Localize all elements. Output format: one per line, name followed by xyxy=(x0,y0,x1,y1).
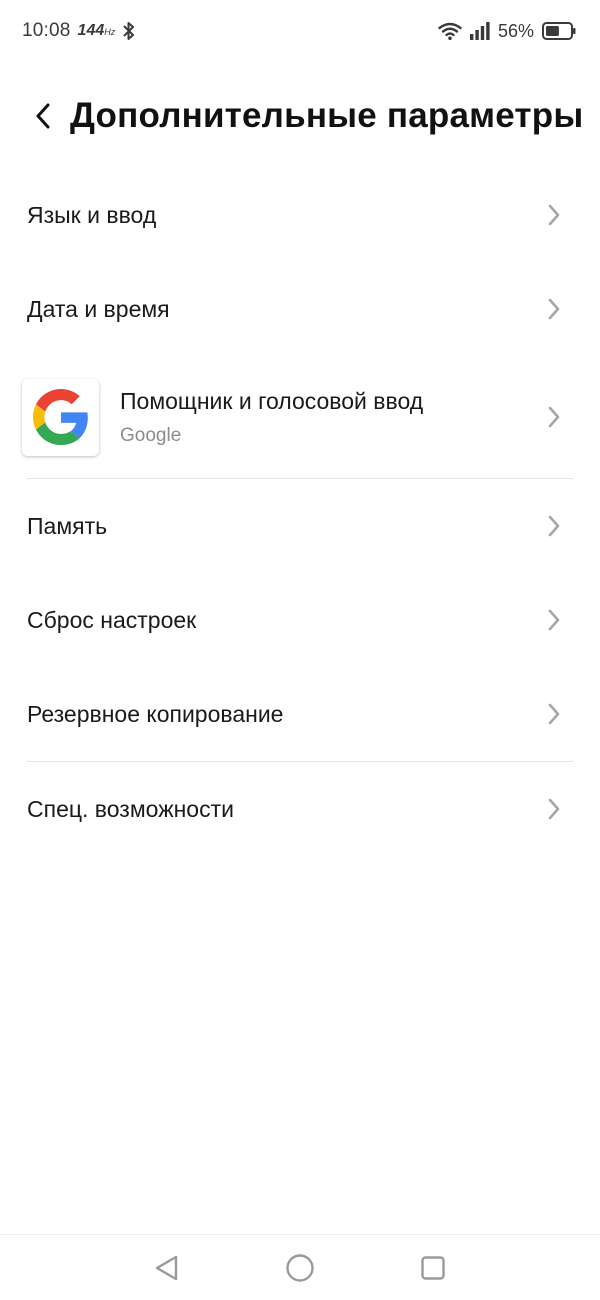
settings-item-backup[interactable]: Резервное копирование xyxy=(0,667,600,761)
chevron-right-icon xyxy=(544,700,564,728)
recents-square-icon xyxy=(420,1255,446,1281)
settings-item-label: Помощник и голосовой ввод xyxy=(120,387,424,414)
settings-item-label: Память xyxy=(27,512,108,539)
back-button[interactable] xyxy=(20,90,66,142)
battery-percent: 56% xyxy=(497,20,534,41)
settings-item-label: Резервное копирование xyxy=(27,700,284,727)
bluetooth-icon xyxy=(122,21,136,41)
refresh-rate-unit: Hz xyxy=(104,27,116,37)
nav-back-button[interactable] xyxy=(137,1238,197,1298)
status-time: 10:08 xyxy=(22,20,71,41)
status-bar: 10:08 144Hz 56% xyxy=(0,0,600,62)
chevron-right-icon xyxy=(544,795,564,823)
refresh-rate-value: 144 xyxy=(77,22,105,39)
wifi-icon xyxy=(438,22,462,40)
settings-item-date-time[interactable]: Дата и время xyxy=(0,262,600,356)
settings-item-accessibility[interactable]: Спец. возможности xyxy=(0,762,600,856)
home-circle-icon xyxy=(285,1253,315,1283)
settings-item-label: Дата и время xyxy=(27,295,170,322)
settings-item-storage[interactable]: Память xyxy=(0,479,600,573)
settings-item-label: Язык и ввод xyxy=(27,201,157,228)
back-triangle-icon xyxy=(153,1254,181,1282)
settings-item-label: Спец. возможности xyxy=(27,795,234,822)
settings-item-sublabel: Google xyxy=(120,424,182,446)
chevron-right-icon xyxy=(544,403,564,431)
google-icon xyxy=(22,378,99,456)
chevron-right-icon xyxy=(544,512,564,540)
settings-item-label: Сброс настроек xyxy=(27,606,197,633)
chevron-right-icon xyxy=(544,201,564,229)
status-right: 56% xyxy=(438,21,576,42)
signal-icon xyxy=(469,22,490,40)
header: Дополнительные параметры xyxy=(0,90,600,142)
refresh-rate-indicator: 144Hz xyxy=(78,22,116,40)
settings-item-reset[interactable]: Сброс настроек xyxy=(0,573,600,667)
navigation-bar xyxy=(0,1234,600,1300)
settings-list: Язык и ввод Дата и время Помощник и голо… xyxy=(0,168,600,856)
chevron-left-icon xyxy=(35,103,51,129)
settings-screen: 10:08 144Hz 56% Дополнительные параметры… xyxy=(0,0,600,1300)
nav-recents-button[interactable] xyxy=(403,1238,463,1298)
settings-item-language-input[interactable]: Язык и ввод xyxy=(0,168,600,262)
battery-icon xyxy=(542,22,576,40)
status-left: 10:08 144Hz xyxy=(22,20,136,42)
chevron-right-icon xyxy=(544,606,564,634)
assistant-text: Помощник и голосовой ввод Google xyxy=(120,388,544,447)
nav-home-button[interactable] xyxy=(270,1238,330,1298)
settings-item-assistant-voice[interactable]: Помощник и голосовой ввод Google xyxy=(0,356,600,478)
page-title: Дополнительные параметры xyxy=(70,96,584,135)
chevron-right-icon xyxy=(544,295,564,323)
